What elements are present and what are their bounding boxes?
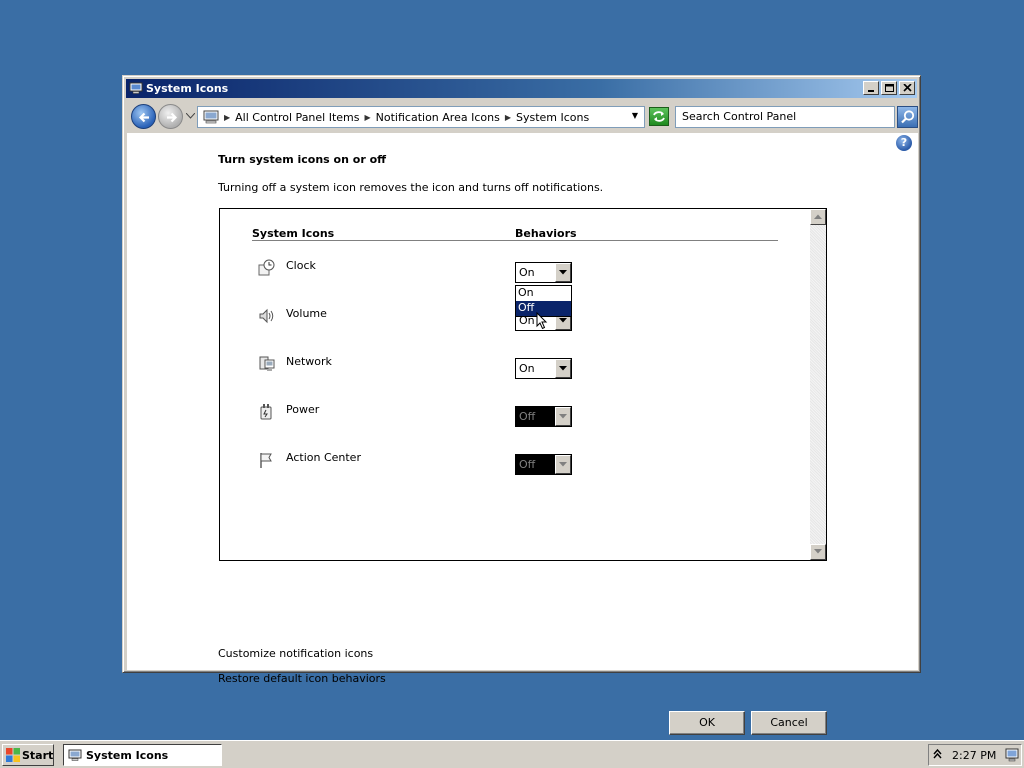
- start-label: Start: [22, 749, 54, 762]
- control-panel-icon: [203, 110, 219, 124]
- row-label-network: Network: [286, 355, 332, 368]
- taskbar-item-label: System Icons: [86, 749, 169, 762]
- mouse-pointer-icon: [536, 312, 548, 330]
- breadcrumb-notification-area-icons[interactable]: Notification Area Icons: [376, 111, 500, 124]
- power-icon: [260, 404, 272, 420]
- column-header-system-icons: System Icons: [252, 227, 335, 240]
- taskbar-item-system-icons[interactable]: System Icons: [63, 744, 222, 766]
- page-title: Turn system icons on or off: [218, 153, 387, 166]
- selected-value: On: [519, 362, 535, 375]
- breadcrumb-system-icons[interactable]: System Icons: [516, 111, 589, 124]
- window-title: System Icons: [146, 82, 229, 95]
- refresh-button[interactable]: [649, 107, 669, 126]
- system-icons-list: System Icons Behaviors Clock Volume Netw…: [219, 208, 827, 561]
- address-dropdown-icon[interactable]: ▼: [632, 111, 638, 120]
- scroll-up-button[interactable]: [810, 209, 826, 225]
- page-description: Turning off a system icon removes the ic…: [218, 181, 604, 194]
- windows-logo-icon: [6, 748, 20, 762]
- help-icon[interactable]: ?: [896, 135, 912, 151]
- start-button[interactable]: Start: [2, 744, 54, 766]
- dropdown-arrow-button: [555, 455, 571, 474]
- breadcrumb-all-control-panel-items[interactable]: All Control Panel Items: [235, 111, 359, 124]
- network-icon: [259, 356, 275, 371]
- row-label-clock: Clock: [286, 259, 316, 272]
- search-icon: [901, 110, 915, 124]
- chevron-up-icon: [814, 214, 822, 219]
- dropdown-arrow-button: [555, 407, 571, 426]
- cancel-button[interactable]: Cancel: [751, 711, 827, 735]
- search-button[interactable]: [897, 106, 918, 128]
- vertical-scrollbar[interactable]: [810, 209, 826, 560]
- selected-value: On: [519, 266, 535, 279]
- arrow-left-icon: [138, 112, 149, 123]
- row-label-volume: Volume: [286, 307, 327, 320]
- option-on[interactable]: On: [516, 286, 571, 301]
- minimize-button[interactable]: [863, 81, 879, 95]
- clock-icon: [258, 259, 275, 276]
- control-panel-icon: [68, 749, 82, 761]
- maximize-icon: [885, 84, 894, 92]
- clock-time[interactable]: 2:27 PM: [952, 749, 996, 762]
- breadcrumb-chevron-icon[interactable]: ▶: [365, 113, 371, 122]
- dropdown-arrow-button[interactable]: [555, 263, 571, 282]
- chevron-down-icon: [559, 366, 567, 371]
- taskbar: Start System Icons 2:27 PM: [0, 740, 1024, 768]
- minimize-icon: [868, 90, 874, 92]
- chevron-down-icon: [814, 549, 822, 554]
- flag-icon: [260, 453, 272, 468]
- customize-notification-icons-link[interactable]: Customize notification icons: [218, 647, 373, 660]
- dropdown-arrow-button[interactable]: [555, 359, 571, 378]
- chevron-down-icon: [559, 270, 567, 275]
- caption-buttons: [861, 81, 915, 96]
- close-icon: [903, 84, 912, 92]
- recent-pages-chevron-icon[interactable]: [186, 113, 195, 119]
- header-divider: [252, 240, 778, 241]
- column-header-behaviors: Behaviors: [515, 227, 577, 240]
- network-behavior-select[interactable]: On: [515, 358, 572, 379]
- clock-behavior-select[interactable]: On: [515, 262, 572, 283]
- control-panel-icon: [129, 82, 143, 94]
- title-bar[interactable]: System Icons: [126, 79, 917, 98]
- selected-value: Off: [519, 410, 536, 423]
- maximize-button[interactable]: [881, 81, 897, 95]
- back-button[interactable]: [131, 104, 156, 129]
- volume-icon: [259, 308, 274, 324]
- action-center-flag-icon[interactable]: [1005, 748, 1019, 762]
- breadcrumb-chevron-icon[interactable]: ▶: [505, 113, 511, 122]
- refresh-icon: [653, 111, 665, 122]
- system-icons-window: System Icons ▶ All Control Panel Items ▶…: [122, 75, 921, 735]
- scroll-down-button[interactable]: [810, 544, 826, 560]
- show-hidden-icons-icon[interactable]: [933, 748, 942, 762]
- row-label-action-center: Action Center: [286, 451, 361, 464]
- breadcrumb-chevron-icon[interactable]: ▶: [224, 113, 230, 122]
- chevron-down-icon: [559, 414, 567, 419]
- ok-button[interactable]: OK: [669, 711, 745, 735]
- content-area: ? Turn system icons on or off Turning of…: [127, 133, 918, 735]
- search-input[interactable]: Search Control Panel: [675, 106, 895, 128]
- address-bar[interactable]: ▶ All Control Panel Items ▶ Notification…: [197, 106, 645, 128]
- power-behavior-select: Off: [515, 406, 572, 427]
- forward-button[interactable]: [158, 104, 183, 129]
- row-label-power: Power: [286, 403, 320, 416]
- close-button[interactable]: [899, 81, 915, 95]
- chevron-down-icon: [559, 318, 567, 323]
- chevron-down-icon: [559, 462, 567, 467]
- restore-default-behaviors-link[interactable]: Restore default icon behaviors: [218, 672, 386, 685]
- action-center-behavior-select: Off: [515, 454, 572, 475]
- arrow-right-icon: [167, 112, 178, 123]
- selected-value: Off: [519, 458, 536, 471]
- navigation-bar: ▶ All Control Panel Items ▶ Notification…: [127, 102, 918, 132]
- notification-area: 2:27 PM: [928, 744, 1022, 766]
